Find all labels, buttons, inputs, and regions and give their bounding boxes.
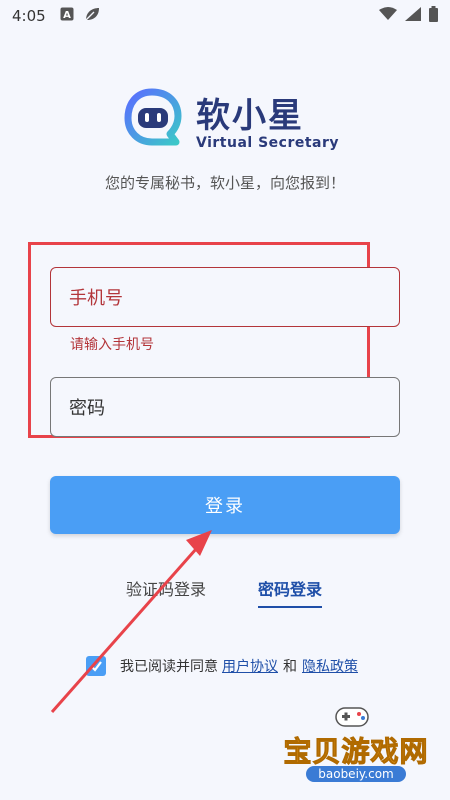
battery-icon — [429, 6, 438, 26]
phone-error-text: 请输入手机号 — [70, 337, 154, 353]
password-placeholder: 密码 — [69, 398, 105, 419]
watermark-text: 宝贝游戏网 — [283, 735, 429, 769]
wifi-icon — [379, 7, 397, 25]
watermark: 宝贝游戏网 baobeiy.com — [276, 700, 436, 790]
brand-subtitle: Virtual Secretary — [196, 135, 340, 151]
tab-code-login[interactable]: 验证码登录 — [126, 576, 206, 600]
agreement-and: 和 — [283, 659, 297, 675]
signal-icon — [405, 7, 421, 25]
a-badge-icon: A — [60, 7, 74, 25]
privacy-policy-link[interactable]: 隐私政策 — [302, 656, 358, 676]
status-bar: 4:05 A — [0, 0, 450, 32]
login-button[interactable]: 登录 — [50, 476, 400, 534]
agreement-row: 我已阅读并同意 用户协议 和 隐私政策 — [86, 656, 358, 676]
leaf-icon — [84, 6, 100, 26]
agreement-checkbox[interactable] — [86, 656, 106, 676]
watermark-url: baobeiy.com — [306, 766, 406, 782]
status-time: 4:05 — [12, 7, 46, 25]
gamepad-icon — [335, 707, 369, 727]
svg-text:A: A — [63, 10, 71, 21]
agreement-prefix: 我已阅读并同意 — [120, 659, 218, 675]
slogan: 您的专属秘书，软小星，向您报到！ — [104, 174, 345, 192]
password-input[interactable]: 密码 — [50, 377, 400, 437]
phone-input[interactable]: 手机号 — [50, 267, 400, 327]
check-icon — [90, 661, 102, 672]
logo-icon — [124, 88, 186, 148]
tab-password-login[interactable]: 密码登录 — [258, 576, 323, 608]
brand-name: 软小星 — [196, 96, 304, 136]
phone-placeholder: 手机号 — [69, 288, 123, 309]
user-agreement-link[interactable]: 用户协议 — [222, 656, 278, 676]
